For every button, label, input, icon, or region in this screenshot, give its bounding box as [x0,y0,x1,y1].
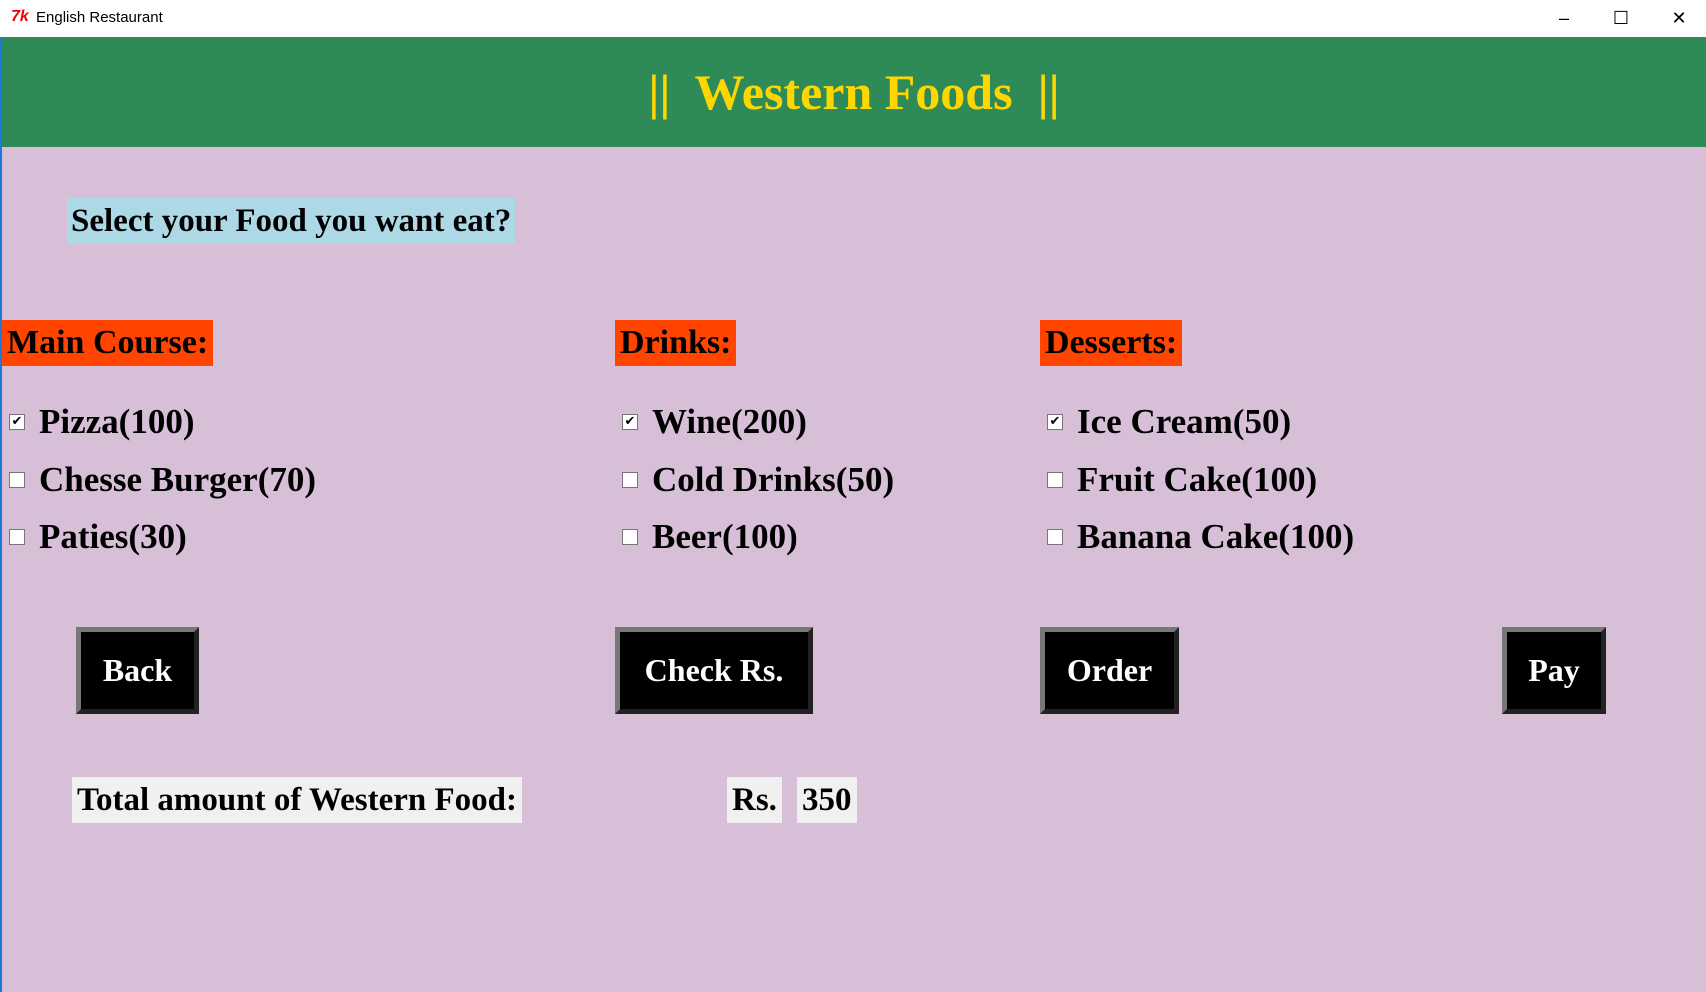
food-checkbox-item[interactable]: Banana Cake(100) [1047,515,1354,559]
total-label: Total amount of Western Food: [72,777,523,823]
minimize-button[interactable]: – [1535,0,1593,37]
checkbox-unchecked-icon[interactable] [622,529,638,545]
food-checkbox-item[interactable]: ✔ Ice Cream(50) [1047,400,1291,444]
currency-label: Rs. [727,777,782,823]
window-border [0,37,2,992]
checkbox-checked-icon[interactable]: ✔ [1047,414,1063,430]
section-drinks: Drinks: [615,320,737,366]
total-value: 350 [797,777,857,823]
checkbox-unchecked-icon[interactable] [1047,529,1063,545]
checkbox-unchecked-icon[interactable] [1047,472,1063,488]
order-button[interactable]: Order [1040,627,1179,714]
section-desserts: Desserts: [1040,320,1183,366]
checkbox-unchecked-icon[interactable] [9,529,25,545]
maximize-button[interactable]: ☐ [1592,0,1650,37]
food-checkbox-item[interactable]: Chesse Burger(70) [9,458,316,502]
window-title: English Restaurant [36,9,163,26]
checkbox-unchecked-icon[interactable] [622,472,638,488]
back-button[interactable]: Back [76,627,199,714]
food-item-label: Beer(100) [652,517,798,556]
food-item-label: Wine(200) [652,402,807,441]
food-item-label: Banana Cake(100) [1077,517,1355,556]
food-item-label: Cold Drinks(50) [652,460,895,499]
page-title: || Western Foods || [2,37,1706,147]
checkbox-unchecked-icon[interactable] [9,472,25,488]
check-rs-button[interactable]: Check Rs. [615,627,813,714]
food-checkbox-item[interactable]: Fruit Cake(100) [1047,458,1317,502]
food-checkbox-item[interactable]: Cold Drinks(50) [622,458,894,502]
food-item-label: Paties(30) [39,517,187,556]
close-button[interactable]: ✕ [1650,0,1706,37]
checkbox-checked-icon[interactable]: ✔ [9,414,25,430]
food-checkbox-item[interactable]: ✔ Wine(200) [622,400,807,444]
food-item-label: Ice Cream(50) [1077,402,1292,441]
food-item-label: Pizza(100) [39,402,195,441]
tk-feather-icon: 7k [11,8,29,25]
food-item-label: Chesse Burger(70) [39,460,317,499]
food-checkbox-item[interactable]: ✔ Pizza(100) [9,400,194,444]
checkbox-checked-icon[interactable]: ✔ [622,414,638,430]
food-item-label: Fruit Cake(100) [1077,460,1318,499]
food-checkbox-item[interactable]: Beer(100) [622,515,798,559]
pay-button[interactable]: Pay [1502,627,1606,714]
title-bar: 7k English Restaurant – ☐ ✕ [0,0,1706,37]
food-checkbox-item[interactable]: Paties(30) [9,515,187,559]
section-main-course: Main Course: [2,320,214,366]
prompt-label: Select your Food you want eat? [67,198,516,244]
